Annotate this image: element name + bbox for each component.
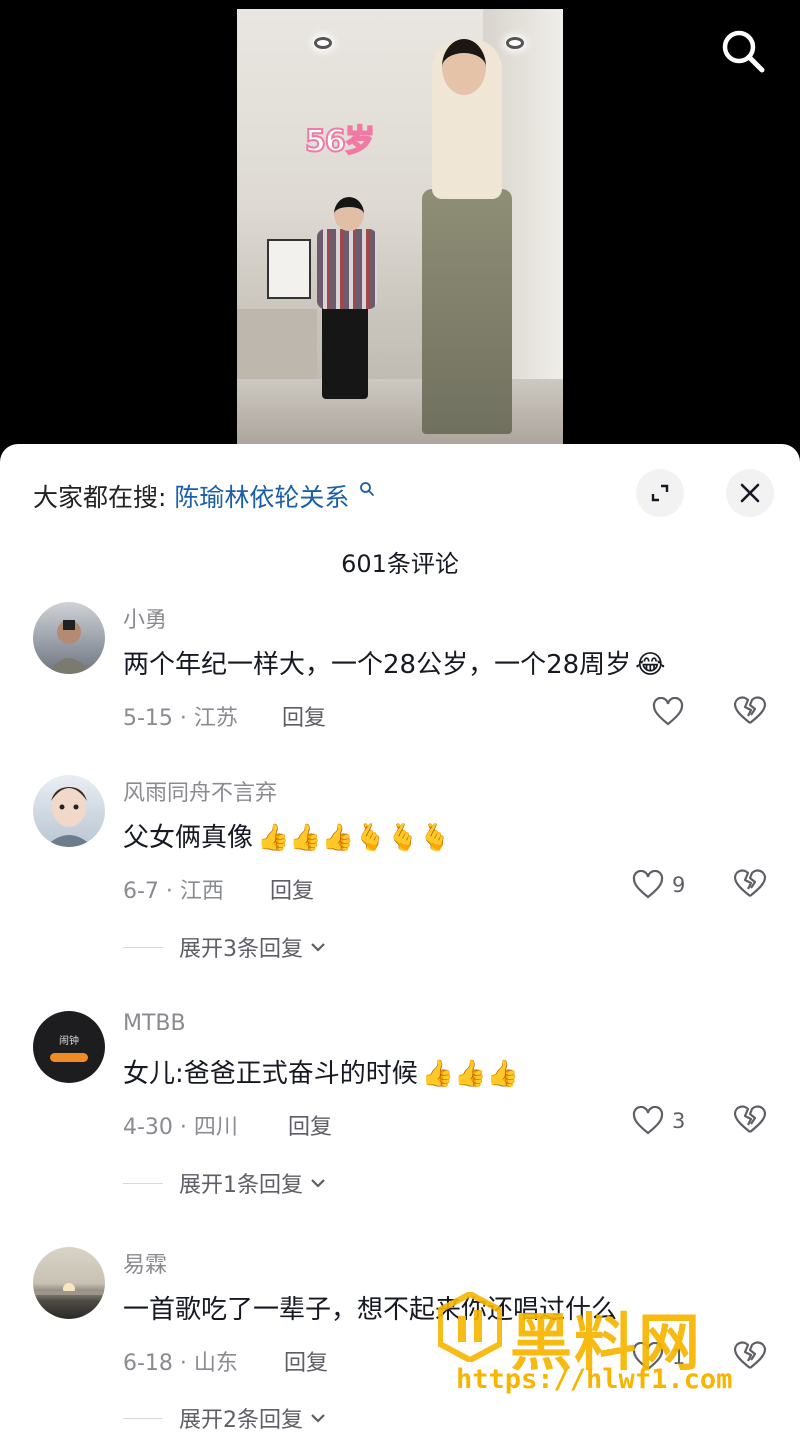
like-count: 1 [672,1345,686,1369]
expand-replies-button[interactable]: 展开3条回复 [123,931,327,963]
reply-button[interactable]: 回复 [282,700,326,732]
comment-meta: 5-15 · 江苏 [123,706,238,731]
kitchen-cabinet [237,309,317,389]
laughing-crying-emoji: 😂 [635,650,666,680]
comment-text-body: 两个年纪一样大，一个28公岁，一个28周岁 [123,650,632,680]
wall-painting [267,239,311,299]
avatar[interactable]: 闹钟 [33,1011,105,1083]
like-button[interactable] [652,692,684,732]
dancer-man-legs [322,304,368,399]
thumbs-up-emojis: 👍👍👍 [421,1059,519,1089]
reply-button[interactable]: 回复 [270,873,314,905]
comment-text: 两个年纪一样大，一个28公岁，一个28周岁 😂 [123,644,666,681]
avatar[interactable] [33,775,105,847]
heart-icon [632,1106,664,1135]
avatar-button-shape [50,1053,88,1062]
broken-heart-icon [733,869,767,897]
comment-username[interactable]: 小勇 [123,602,167,634]
floor [237,379,563,449]
video-overlay-text: 56岁 [304,123,376,160]
broken-heart-icon [733,1341,767,1369]
search-suggestion[interactable]: 大家都在搜: 陈瑜林依轮关系 [33,478,375,514]
like-button[interactable]: 1 [632,1337,685,1377]
comment-count: 601条评论 [341,550,459,578]
video-frame: 56岁 [237,9,563,449]
thumbs-up-and-finger-heart-emojis: 👍👍👍🫰🫰🫰 [257,823,452,853]
comment-username[interactable]: MTBB [123,1011,186,1036]
expand-replies-button[interactable]: 展开2条回复 [123,1402,327,1434]
video-player[interactable]: 56岁 [0,0,800,460]
comment-text-body: 父女俩真像 [123,823,254,853]
broken-heart-icon [733,1105,767,1133]
chevron-down-icon [311,1179,325,1188]
dancer-woman-legs [422,189,512,434]
close-icon [740,483,760,503]
like-button[interactable]: 3 [632,1101,685,1141]
comment-meta: 6-18 · 山东 [123,1351,238,1376]
expand-replies-button[interactable]: 展开1条回复 [123,1167,327,1199]
ceiling-light [506,37,524,49]
broken-heart-icon [733,696,767,724]
comment-username[interactable]: 风雨同舟不言弃 [123,775,277,807]
search-small-icon [359,481,375,501]
comment-sheet: 大家都在搜: 陈瑜林依轮关系 601条评论 小勇 两个年纪一样大，一个28公岁，… [0,444,800,1434]
comment-meta: 4-30 · 四川 [123,1115,238,1140]
comment-text: 父女俩真像 👍👍👍🫰🫰🫰 [123,817,451,854]
close-sheet-button[interactable] [726,469,774,517]
expand-replies-label: 展开3条回复 [179,937,303,962]
dancer-man-head [334,197,364,231]
reply-button[interactable]: 回复 [284,1345,328,1377]
comment-meta: 6-7 · 江西 [123,879,224,904]
comment-text-body: 一首歌吃了一辈子，想不起来你还唱过什么 [123,1295,618,1325]
dislike-button[interactable] [733,1339,767,1373]
avatar[interactable] [33,1247,105,1319]
dancer-man-body [317,229,377,309]
like-button[interactable]: 9 [632,865,685,905]
reply-button[interactable]: 回复 [288,1109,332,1141]
expand-sheet-button[interactable] [636,469,684,517]
like-count: 3 [672,1109,686,1133]
chevron-down-icon [311,943,325,952]
comment-username[interactable]: 易霖 [123,1247,167,1279]
search-suggestion-term[interactable]: 陈瑜林依轮关系 [174,483,349,512]
ceiling-light [314,37,332,49]
avatar-text: 闹钟 [59,1036,79,1047]
expand-icon [651,484,669,502]
expand-replies-label: 展开1条回复 [179,1173,303,1198]
like-count: 9 [672,873,686,897]
comment-text-body: 女儿:爸爸正式奋斗的时候 [123,1059,418,1089]
search-button[interactable] [718,26,768,76]
dancer-woman-head [442,39,486,95]
divider-line [123,1417,163,1419]
divider-line [123,1182,163,1184]
divider-line [123,946,163,948]
dislike-button[interactable] [733,694,767,728]
search-icon [722,30,765,73]
comment-text: 女儿:爸爸正式奋斗的时候 👍👍👍 [123,1053,519,1090]
dislike-button[interactable] [733,1103,767,1137]
heart-icon [632,1342,664,1371]
comment-text: 一首歌吃了一辈子，想不起来你还唱过什么 [123,1289,617,1326]
chevron-down-icon [311,1414,325,1423]
expand-replies-label: 展开2条回复 [179,1408,303,1433]
dislike-button[interactable] [733,867,767,901]
search-suggestion-prefix: 大家都在搜: [33,483,167,512]
avatar[interactable] [33,602,105,674]
heart-icon [632,870,664,899]
heart-icon [652,697,684,726]
